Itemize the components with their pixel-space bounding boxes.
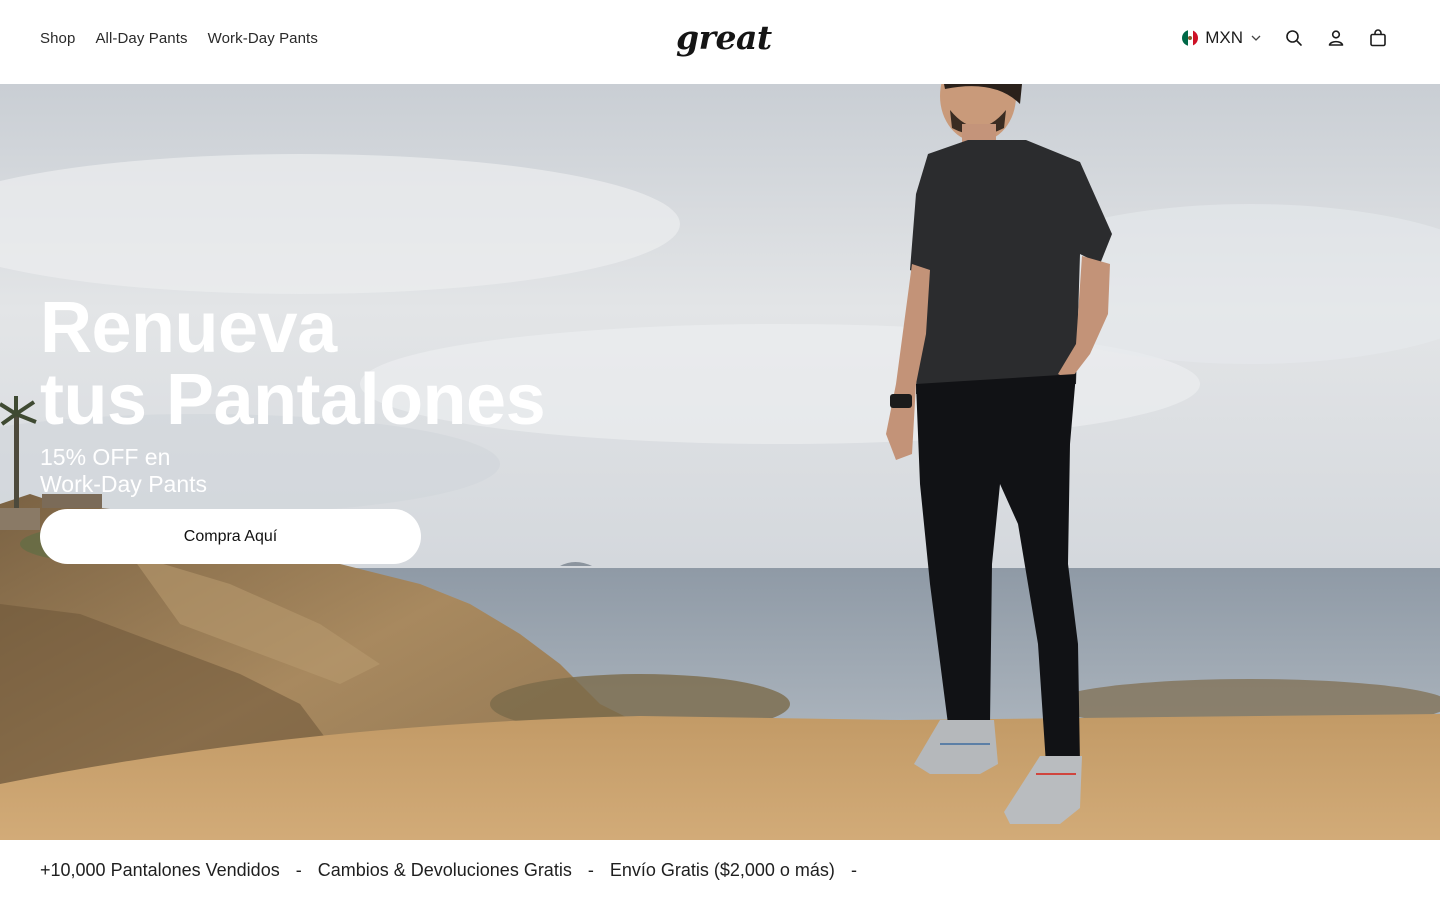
- brand-logo[interactable]: great: [676, 18, 772, 57]
- nav-shop[interactable]: Shop: [40, 30, 75, 47]
- marquee-item: Cambios & Devoluciones Gratis: [317, 859, 572, 880]
- mexico-flag-icon: [1182, 30, 1199, 46]
- nav-all-day-pants[interactable]: All-Day Pants: [95, 30, 187, 47]
- benefits-marquee: +10,000 Pantalones Vendidos - Cambios & …: [0, 840, 1440, 900]
- nav-work-day-pants[interactable]: Work-Day Pants: [208, 30, 318, 47]
- header-tools: MXN: [1182, 28, 1388, 48]
- cart-icon[interactable]: [1368, 28, 1388, 48]
- currency-selector[interactable]: MXN: [1182, 28, 1262, 48]
- currency-label: MXN: [1205, 28, 1243, 47]
- hero-banner: Renueva tus Pantalones 15% OFF en Work-D…: [0, 84, 1440, 840]
- hero-image: [0, 84, 1440, 840]
- chevron-down-icon: [1251, 35, 1261, 41]
- marquee-separator: -: [850, 859, 857, 880]
- marquee-separator: -: [295, 859, 302, 880]
- shop-now-button[interactable]: Compra Aquí: [40, 509, 421, 564]
- hero-title-line2: tus Pantalones: [40, 360, 546, 440]
- marquee-separator: -: [587, 859, 594, 880]
- hero-subtitle: 15% OFF en Work-Day Pants: [40, 444, 207, 498]
- hero-title: Renueva tus Pantalones: [40, 288, 546, 440]
- hero-subtitle-line2: Work-Day Pants: [40, 471, 208, 497]
- main-nav: Shop All-Day Pants Work-Day Pants: [40, 30, 318, 47]
- search-icon[interactable]: [1284, 28, 1304, 48]
- account-icon[interactable]: [1326, 28, 1346, 48]
- marquee-item: Envío Gratis ($2,000 o más): [609, 859, 835, 880]
- hero-subtitle-line1: 15% OFF en: [40, 444, 171, 470]
- site-header: Shop All-Day Pants Work-Day Pants great …: [0, 0, 1440, 84]
- marquee-item: +10,000 Pantalones Vendidos: [40, 859, 280, 880]
- hero-title-line1: Renueva: [40, 288, 337, 368]
